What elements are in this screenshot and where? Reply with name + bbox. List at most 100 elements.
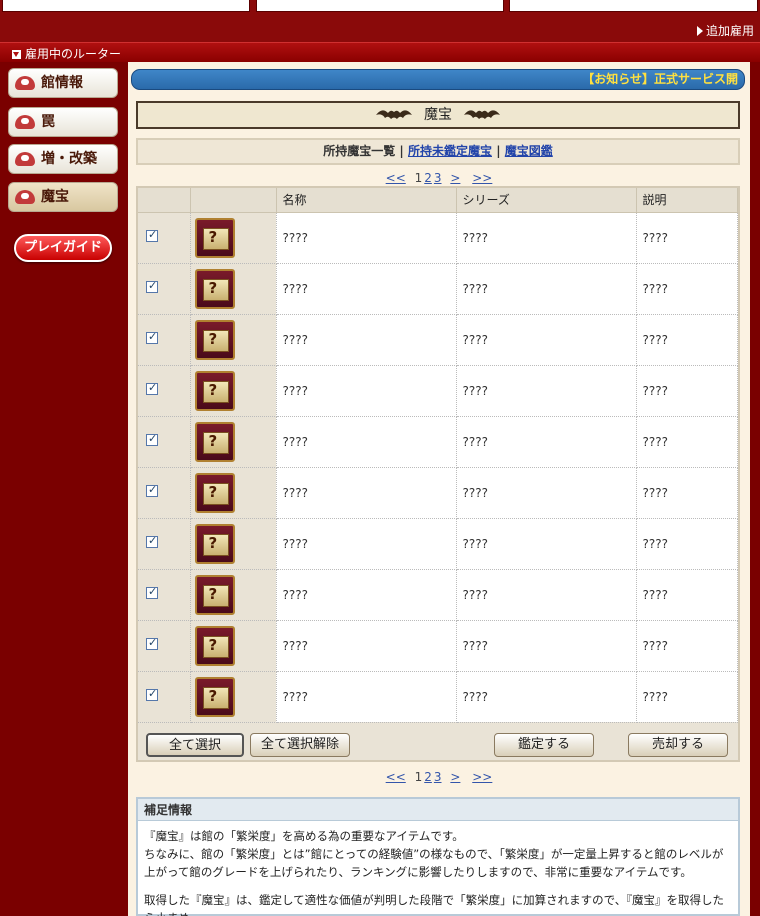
pager-first[interactable]: <<	[386, 171, 406, 185]
row-check-cell	[138, 518, 191, 570]
row-check-cell	[138, 671, 191, 723]
pager-page[interactable]: 2	[424, 171, 432, 185]
subnav-link-encyclopedia[interactable]: 魔宝図鑑	[505, 144, 553, 158]
subnav-link-unappraised[interactable]: 所持未鑑定魔宝	[408, 144, 492, 158]
table-row: ?????????????	[138, 467, 738, 519]
col-name: 名称	[276, 188, 457, 213]
row-checkbox[interactable]	[146, 534, 158, 548]
col-desc: 説明	[636, 188, 738, 213]
collapse-arrow-icon	[12, 50, 21, 59]
row-image-cell: ?	[190, 314, 277, 366]
appraise-button[interactable]: 鑑定する	[494, 733, 594, 757]
row-image-cell: ?	[190, 518, 277, 570]
row-check-cell	[138, 212, 191, 264]
row-image-cell: ?	[190, 416, 277, 468]
row-checkbox[interactable]	[146, 279, 158, 293]
table-row: ?????????????	[138, 263, 738, 315]
row-series: ????	[456, 671, 637, 723]
table-row: ?????????????	[138, 314, 738, 366]
row-series: ????	[456, 314, 637, 366]
row-name: ????	[276, 365, 457, 417]
col-check	[138, 188, 191, 213]
select-all-button[interactable]: 全て選択	[146, 733, 244, 757]
sidebar-item-mansion-info[interactable]: 館情報	[8, 68, 118, 98]
table-row: ?????????????	[138, 671, 738, 723]
table-row: ?????????????	[138, 620, 738, 672]
row-checkbox[interactable]	[146, 483, 158, 497]
sell-button[interactable]: 売却する	[628, 733, 728, 757]
row-series: ????	[456, 467, 637, 519]
pager-last[interactable]: >>	[472, 770, 492, 784]
treasure-table: 名称 シリーズ 説明 ?????????????????????????????…	[138, 188, 738, 723]
pager-page: 1	[414, 171, 423, 185]
info-title: 補足情報	[138, 799, 738, 821]
row-checkbox[interactable]	[146, 330, 158, 344]
pager-page: 1	[414, 770, 423, 784]
row-desc: ????	[636, 569, 738, 621]
pager-next[interactable]: >	[450, 770, 460, 784]
mystery-treasure-icon[interactable]: ?	[194, 319, 235, 360]
top-panel	[509, 0, 758, 12]
info-body: 『魔宝』は館の「繁栄度」を高める為の重要なアイテムです。 ちなみに、館の「繁栄度…	[138, 821, 738, 916]
play-guide-button[interactable]: プレイガイド	[14, 234, 112, 262]
row-checkbox[interactable]	[146, 228, 158, 242]
row-desc: ????	[636, 416, 738, 468]
bat-icon	[375, 110, 412, 119]
main-content: 【お知らせ】正式サービス開 魔宝 所持魔宝一覧 | 所持未鑑定魔宝 | 魔宝図鑑…	[128, 62, 750, 916]
row-checkbox[interactable]	[146, 687, 158, 701]
info-line: 取得した『魔宝』は、鑑定して適性な価値が判明した段階で「繁栄度」に加算されますの…	[144, 893, 724, 916]
mystery-treasure-icon[interactable]: ?	[194, 472, 235, 513]
mystery-treasure-icon[interactable]: ?	[194, 676, 235, 717]
lips-icon	[15, 190, 35, 204]
table-row: ?????????????	[138, 212, 738, 264]
mystery-treasure-icon[interactable]: ?	[194, 370, 235, 411]
row-desc: ????	[636, 212, 738, 264]
subnav-current: 所持魔宝一覧	[323, 144, 396, 158]
section-title[interactable]: 雇用中のルーター	[12, 45, 121, 62]
table-header-row: 名称 シリーズ 説明	[138, 188, 738, 213]
row-image-cell: ?	[190, 467, 277, 519]
table-row: ?????????????	[138, 569, 738, 621]
table-row: ?????????????	[138, 365, 738, 417]
row-desc: ????	[636, 518, 738, 570]
row-checkbox[interactable]	[146, 381, 158, 395]
lips-icon	[15, 76, 35, 90]
pager-last[interactable]: >>	[472, 171, 492, 185]
treasure-table-panel: 名称 シリーズ 説明 ?????????????????????????????…	[136, 186, 740, 762]
mystery-treasure-icon[interactable]: ?	[194, 217, 235, 258]
row-image-cell: ?	[190, 569, 277, 621]
pager-bottom: << 123 > >>	[128, 770, 750, 784]
table-row: ?????????????	[138, 416, 738, 468]
info-line: ちなみに、館の「繁栄度」とは”館にとっての経験値”の様なもので、「繁栄度」が一定…	[144, 847, 724, 879]
row-name: ????	[276, 467, 457, 519]
add-employ-link[interactable]: 追加雇用	[696, 22, 754, 39]
row-image-cell: ?	[190, 365, 277, 417]
subnav: 所持魔宝一覧 | 所持未鑑定魔宝 | 魔宝図鑑	[136, 138, 740, 165]
row-checkbox[interactable]	[146, 636, 158, 650]
row-checkbox[interactable]	[146, 432, 158, 446]
pager-page[interactable]: 2	[424, 770, 432, 784]
lips-icon	[15, 115, 35, 129]
row-desc: ????	[636, 263, 738, 315]
mystery-treasure-icon[interactable]: ?	[194, 625, 235, 666]
row-desc: ????	[636, 671, 738, 723]
sidebar-item-renovation[interactable]: 増・改築	[8, 144, 118, 174]
pager-page[interactable]: 3	[434, 171, 442, 185]
row-check-cell	[138, 467, 191, 519]
news-ticker[interactable]: 【お知らせ】正式サービス開	[131, 69, 745, 90]
pager-page[interactable]: 3	[434, 770, 442, 784]
pager-first[interactable]: <<	[386, 770, 406, 784]
mystery-treasure-icon[interactable]: ?	[194, 574, 235, 615]
row-checkbox[interactable]	[146, 585, 158, 599]
sidebar-item-traps[interactable]: 罠	[8, 107, 118, 137]
mystery-treasure-icon[interactable]: ?	[194, 523, 235, 564]
deselect-all-button[interactable]: 全て選択解除	[250, 733, 350, 757]
sidebar-item-treasures[interactable]: 魔宝	[8, 182, 118, 212]
mystery-treasure-icon[interactable]: ?	[194, 421, 235, 462]
row-name: ????	[276, 263, 457, 315]
row-name: ????	[276, 569, 457, 621]
mystery-treasure-icon[interactable]: ?	[194, 268, 235, 309]
pager-next[interactable]: >	[450, 171, 460, 185]
lips-icon	[15, 152, 35, 166]
row-check-cell	[138, 416, 191, 468]
